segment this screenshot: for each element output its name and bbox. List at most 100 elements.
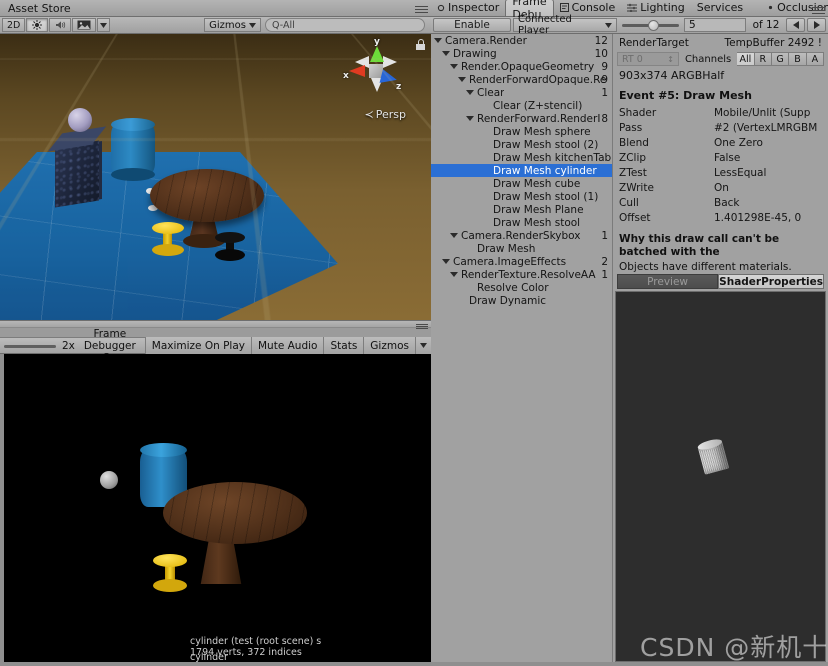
toggle-2d-label: 2D [7, 19, 21, 31]
tab-shader-properties[interactable]: ShaderProperties [718, 274, 824, 289]
tree-row[interactable]: Draw Mesh [431, 242, 612, 255]
tree-row[interactable]: RenderTexture.ResolveAA 1 [431, 268, 612, 281]
tab-lighting[interactable]: Lighting [621, 0, 690, 16]
tree-row[interactable]: Resolve Color [431, 281, 612, 294]
scene-view-lock-icon[interactable] [416, 39, 425, 50]
scene-audio-toggle[interactable] [49, 18, 72, 32]
scene-gizmos-button[interactable]: Gizmos [204, 18, 261, 32]
tree-row[interactable]: Draw Mesh stool [431, 216, 612, 229]
render-target-dropdown[interactable]: RT 0 ↕ [617, 52, 679, 66]
tab-services[interactable]: Services [691, 0, 749, 16]
tree-row[interactable]: Draw Mesh kitchenTable [431, 151, 612, 164]
tree-row[interactable]: Draw Mesh stool (1) [431, 190, 612, 203]
event-index-field[interactable]: 5 [684, 18, 746, 32]
channel-b-button[interactable]: B [789, 52, 807, 66]
scene-object-stool-black [215, 232, 245, 243]
tab-preview[interactable]: Preview [617, 274, 719, 289]
channel-all-button[interactable]: All [737, 52, 755, 66]
game-view-viewport[interactable] [0, 354, 431, 666]
tab-inspector[interactable]: Inspector [431, 0, 505, 16]
tree-row-label: Draw Mesh sphere [493, 125, 591, 138]
tab-inspector-label: Inspector [448, 1, 500, 14]
chevron-down-icon[interactable] [442, 51, 450, 56]
tab-asset-store[interactable]: Asset Store [0, 0, 79, 17]
chevron-down-icon[interactable] [450, 272, 458, 277]
game-gizmos-dropdown[interactable] [415, 337, 431, 354]
channel-g-button[interactable]: G [771, 52, 790, 66]
connected-player-label: Connected Player [518, 14, 572, 36]
panel-menu-icon[interactable] [415, 4, 428, 13]
tree-row[interactable]: Draw Mesh cube [431, 177, 612, 190]
tree-row-label: Draw Mesh stool [493, 216, 581, 229]
game-object-stool-base [153, 579, 187, 592]
axis-cone-y[interactable] [370, 46, 384, 62]
shader-state-value: Mobile/Unlit (Supp [714, 106, 811, 119]
tree-row-label: Camera.Render [445, 34, 527, 47]
tree-row[interactable]: Clear (Z+stencil) [431, 99, 612, 112]
prev-event-button[interactable] [786, 18, 805, 32]
maximize-on-play-label: Maximize On Play [151, 339, 245, 352]
stats-button[interactable]: Stats [323, 337, 364, 354]
scene-axis-gizmo[interactable]: y x z [343, 37, 409, 104]
scene-fx-dropdown[interactable] [97, 18, 111, 32]
tree-row-selected[interactable]: Draw Mesh cylinder [431, 164, 612, 177]
scene-search-input[interactable]: Q-All [265, 18, 425, 32]
tree-row[interactable]: RenderForward.RenderI 8 [431, 112, 612, 125]
scene-lighting-icon[interactable] [26, 18, 49, 32]
scene-object-stool-black-base [215, 249, 245, 261]
game-object-sphere [100, 471, 118, 489]
toggle-2d[interactable]: 2D [2, 18, 26, 32]
next-event-button[interactable] [807, 18, 826, 32]
tree-row[interactable]: Camera.Render 12 [431, 34, 612, 47]
panel-menu-icon[interactable] [416, 323, 428, 329]
channel-r-button[interactable]: R [754, 52, 772, 66]
render-target-label: RenderTarget [619, 37, 689, 49]
maximize-on-play-button[interactable]: Maximize On Play [144, 337, 251, 354]
connected-player-dropdown[interactable]: Connected Player [513, 14, 617, 36]
frame-debugger-event-tree[interactable]: Camera.Render 12 Drawing 10 Render.OpaqueGeo… [431, 34, 613, 666]
shader-state-row: ZWrite On [613, 180, 828, 195]
shader-state-row: Cull Back [613, 195, 828, 210]
scene-view-viewport[interactable]: y x z ≺ Persp [0, 34, 431, 320]
chevron-down-icon[interactable] [434, 38, 442, 43]
tree-row[interactable]: RenderForwardOpaque.Re 9 [431, 73, 612, 86]
channel-a-button[interactable]: A [806, 52, 825, 66]
scene-object-cylinder [111, 118, 155, 181]
event-slider-knob[interactable] [647, 20, 659, 31]
scene-object-kitchen-table [150, 169, 264, 222]
tree-row[interactable]: Camera.RenderSkybox 1 [431, 229, 612, 242]
scene-fx-toggle[interactable] [72, 18, 97, 32]
event-title: Event #5: Draw Mesh [619, 89, 752, 102]
chevron-down-icon[interactable] [450, 64, 458, 69]
tree-row-label: Draw Mesh stool (1) [493, 190, 599, 203]
game-gizmos-button[interactable]: Gizmos [363, 337, 415, 354]
event-slider[interactable] [622, 18, 679, 32]
tree-row[interactable]: Draw Dynamic [431, 294, 612, 307]
tree-row[interactable]: Draw Mesh sphere [431, 125, 612, 138]
tree-row[interactable]: Render.OpaqueGeometry 9 [431, 60, 612, 73]
tree-row[interactable]: Clear 1 [431, 86, 612, 99]
chevron-down-icon[interactable] [450, 233, 458, 238]
preview-mesh-info-text: cylinder (test (root scene) s [190, 636, 322, 647]
tree-row-label: Draw Mesh cylinder [493, 164, 597, 177]
chevron-down-icon[interactable] [466, 116, 474, 121]
chevron-down-icon[interactable] [442, 259, 450, 264]
tree-row[interactable]: Drawing 10 [431, 47, 612, 60]
scene-gizmos-label: Gizmos [209, 19, 246, 31]
panel-menu-icon[interactable] [812, 5, 825, 14]
mute-audio-button[interactable]: Mute Audio [251, 337, 324, 354]
tree-row[interactable]: Draw Mesh Plane [431, 203, 612, 216]
tree-row[interactable]: Draw Mesh stool (2) [431, 138, 612, 151]
batch-break-heading: Why this draw call can't be batched with… [619, 233, 780, 258]
mesh-preview-pane[interactable] [615, 291, 826, 662]
axis-cone-x[interactable] [349, 65, 365, 77]
chevron-down-icon[interactable] [458, 77, 466, 82]
scene-projection-label[interactable]: ≺ Persp [365, 108, 406, 121]
tree-row-drawcall-count: 1 [601, 268, 608, 281]
enable-button[interactable]: Enable [433, 18, 511, 32]
game-zoom-slider[interactable] [4, 339, 56, 353]
tree-row-label: RenderTexture.ResolveAA [461, 268, 596, 281]
tree-row[interactable]: Camera.ImageEffects 2 [431, 255, 612, 268]
scene-game-divider[interactable] [0, 320, 431, 329]
chevron-down-icon[interactable] [466, 90, 474, 95]
